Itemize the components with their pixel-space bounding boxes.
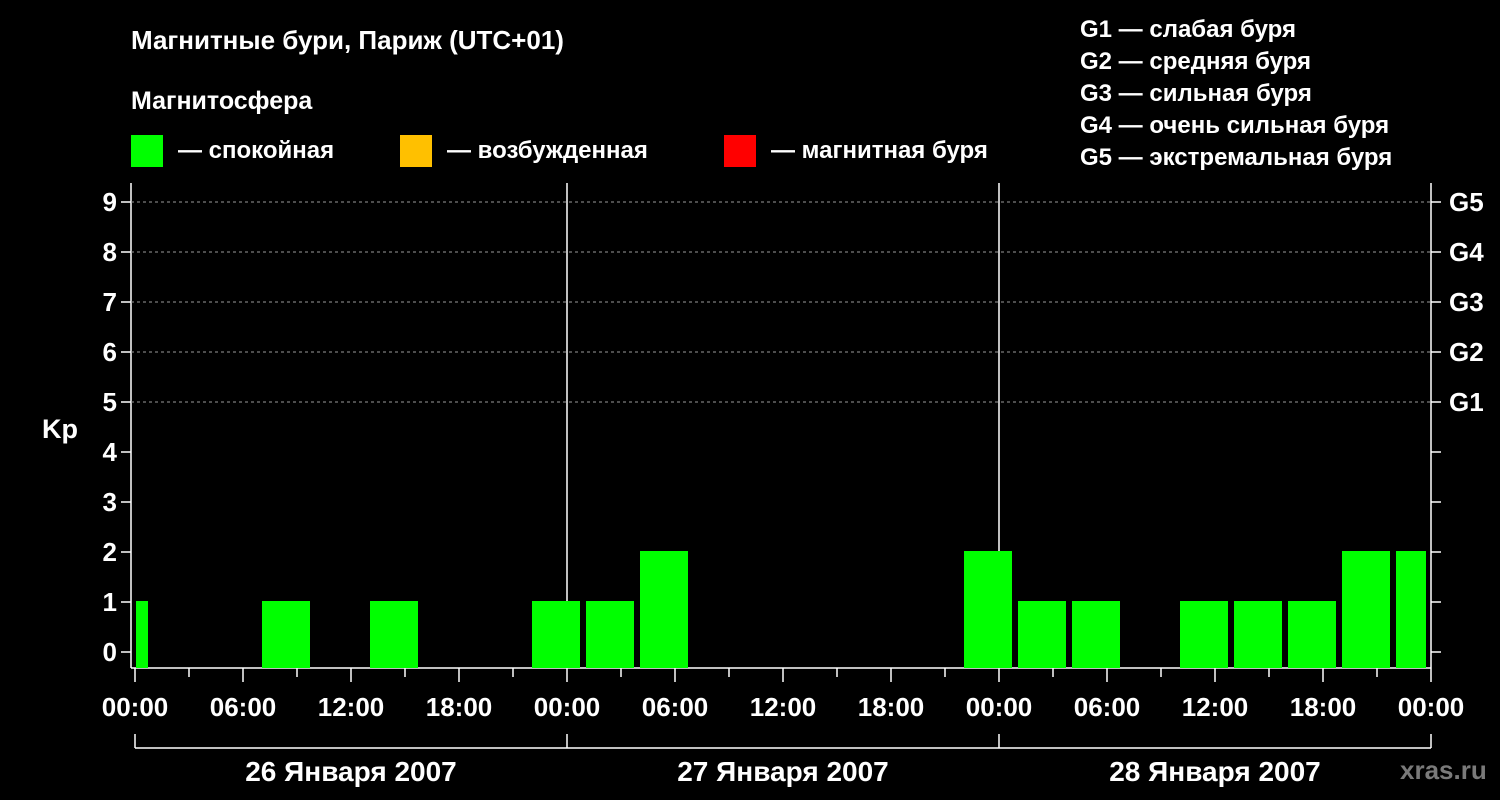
legend-swatch-disturbed — [400, 135, 432, 167]
y-tick-label: 0 — [103, 637, 117, 667]
x-tick-label: 06:00 — [210, 692, 277, 722]
right-tick-label: G1 — [1449, 387, 1484, 417]
kp-bar — [262, 601, 310, 668]
x-tick-label: 06:00 — [642, 692, 709, 722]
day-label: 26 Января 2007 — [245, 756, 457, 787]
right-tick-label: G4 — [1449, 237, 1484, 267]
kp-bar — [640, 551, 688, 668]
chart-title: Магнитные бури, Париж (UTC+01) — [131, 25, 564, 55]
x-tick-label: 18:00 — [1290, 692, 1357, 722]
kp-bar — [1018, 601, 1066, 668]
y-tick-label: 4 — [103, 437, 118, 467]
legend-label-storm: — магнитная буря — [771, 137, 988, 164]
y-axis-label: Kp — [42, 414, 78, 444]
y-tick-label: 9 — [103, 187, 117, 217]
y-tick-label: 6 — [103, 337, 117, 367]
kp-bar — [1234, 601, 1282, 668]
right-tick-label: G5 — [1449, 187, 1484, 217]
x-tick-label: 12:00 — [1182, 692, 1249, 722]
x-tick-label: 00:00 — [534, 692, 601, 722]
y-tick-label: 3 — [103, 487, 117, 517]
kp-bar — [1180, 601, 1228, 668]
x-tick-label: 12:00 — [750, 692, 817, 722]
x-tick-label: 00:00 — [966, 692, 1033, 722]
g-scale-item: G4 — очень сильная буря — [1080, 112, 1389, 139]
kp-bar — [586, 601, 634, 668]
legend-title: Магнитосфера — [131, 87, 313, 115]
g-scale-item: G5 — экстремальная буря — [1080, 144, 1392, 171]
plot-area: 0 1 2 3 4 5 6 7 8 9 G1 G2 G3 G4 G5 00:00 06:00 12:00 18:00… — [102, 183, 1484, 787]
kp-bar — [532, 601, 580, 668]
right-tick-label: G3 — [1449, 287, 1484, 317]
right-tick-label: G2 — [1449, 337, 1484, 367]
day-label: 27 Января 2007 — [677, 756, 889, 787]
day-label: 28 Января 2007 — [1109, 756, 1321, 787]
kp-bar — [136, 601, 148, 668]
kp-bar — [1288, 601, 1336, 668]
legend-swatch-storm — [724, 135, 756, 167]
kp-bar — [1072, 601, 1120, 668]
y-tick-label: 1 — [103, 587, 117, 617]
g-scale-item: G3 — сильная буря — [1080, 80, 1312, 107]
credit-label: xras.ru — [1400, 755, 1487, 785]
x-tick-label: 00:00 — [1398, 692, 1465, 722]
kp-chart: Магнитные бури, Париж (UTC+01) Магнитосф… — [42, 16, 1487, 787]
y-tick-label: 8 — [103, 237, 117, 267]
x-tick-label: 18:00 — [858, 692, 925, 722]
legend-swatch-calm — [131, 135, 163, 167]
kp-bar — [964, 551, 1012, 668]
y-tick-label: 5 — [103, 387, 117, 417]
legend-label-calm: — спокойная — [178, 137, 334, 164]
kp-bar — [1396, 551, 1426, 668]
g-scale-item: G1 — слабая буря — [1080, 16, 1296, 43]
g-scale-item: G2 — средняя буря — [1080, 48, 1311, 75]
x-tick-label: 06:00 — [1074, 692, 1141, 722]
kp-bar — [1342, 551, 1390, 668]
x-tick-label: 00:00 — [102, 692, 169, 722]
y-tick-label: 7 — [103, 287, 117, 317]
y-tick-label: 2 — [103, 537, 117, 567]
x-tick-label: 18:00 — [426, 692, 493, 722]
x-tick-label: 12:00 — [318, 692, 385, 722]
legend-label-disturbed: — возбужденная — [447, 137, 648, 164]
kp-bar — [370, 601, 418, 668]
